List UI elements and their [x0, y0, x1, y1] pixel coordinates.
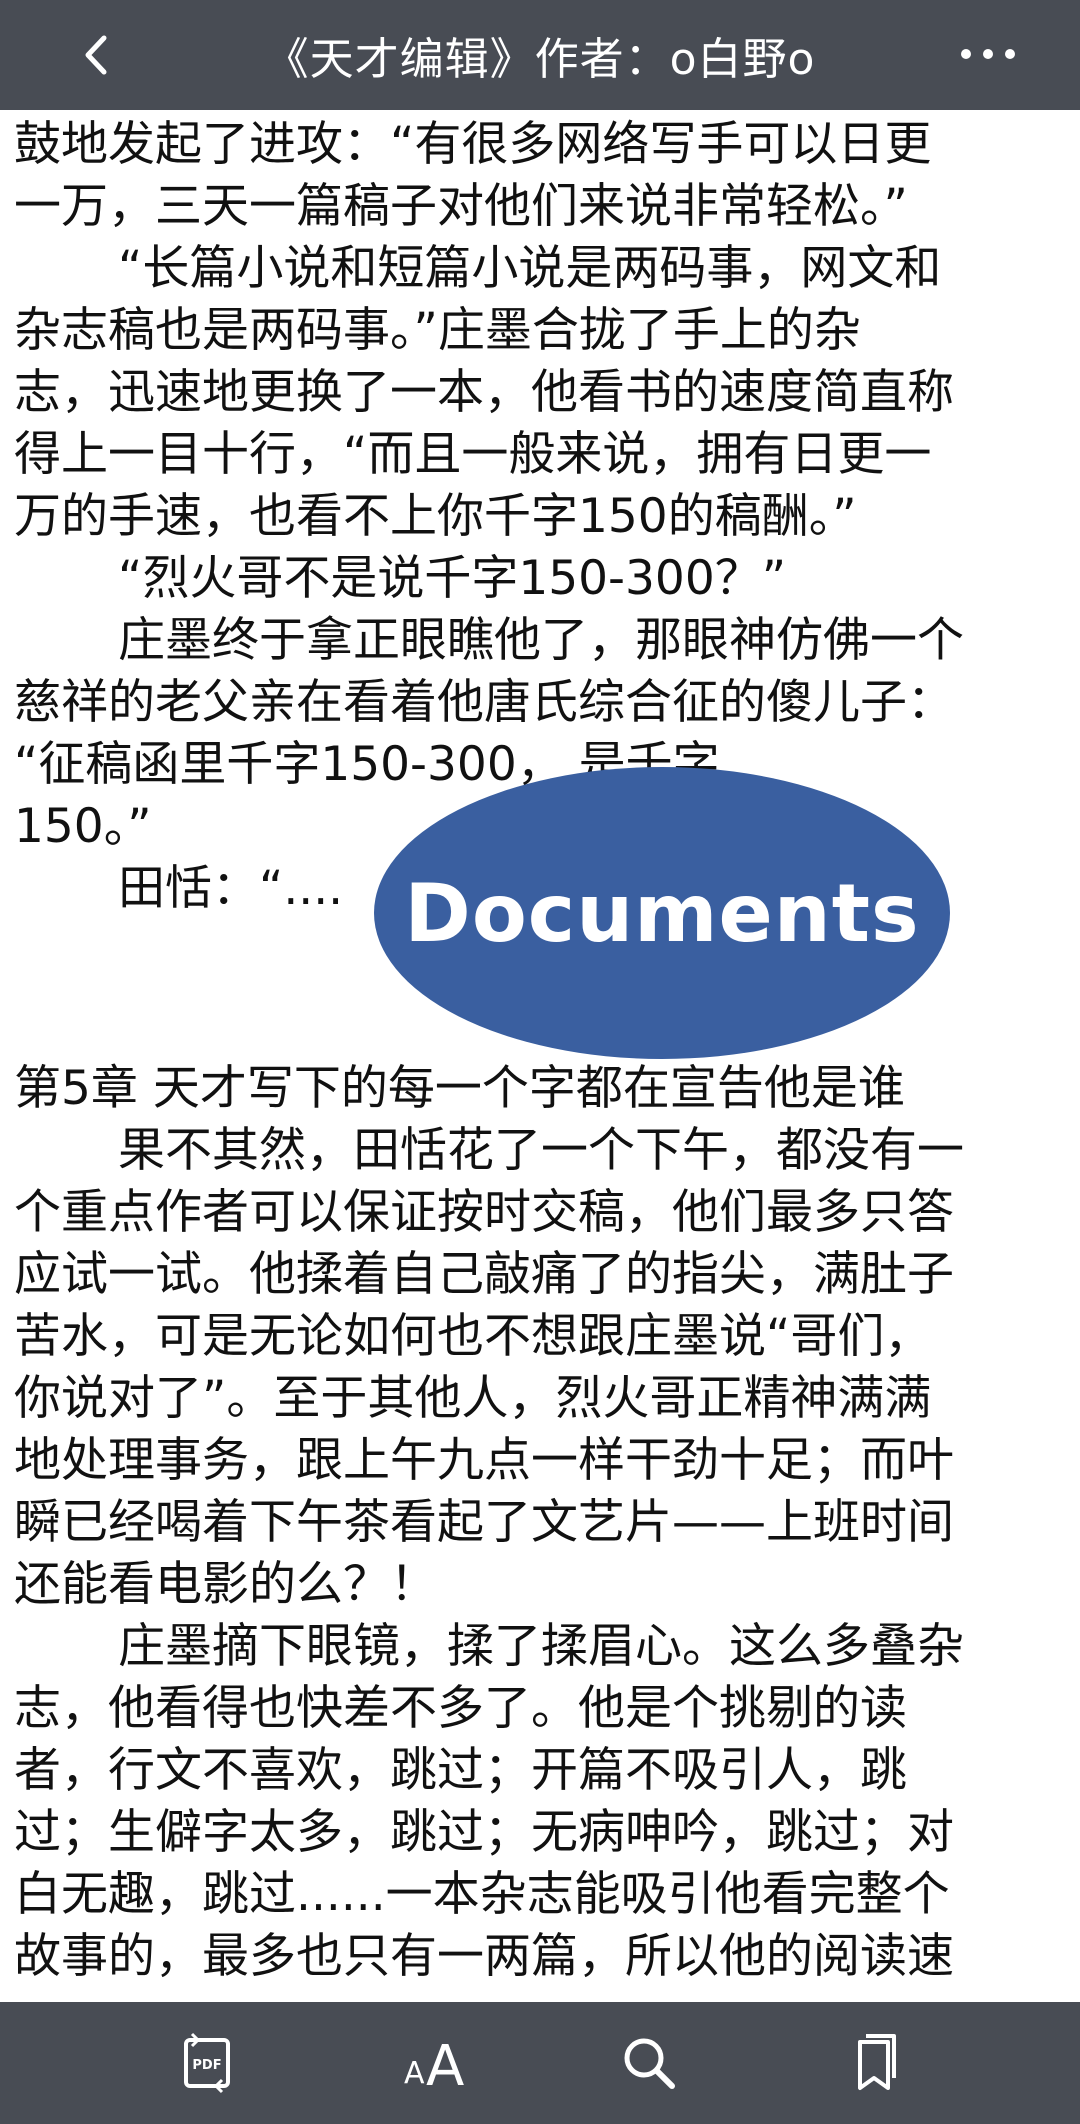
- text-line: 一万，三天一篇稿子对他们来说非常轻松。”: [14, 179, 908, 234]
- text-line: 地处理事务，跟上午九点一样干劲十足；而叶: [14, 1433, 954, 1488]
- text-line: 志，他看得也快差不多了。他是个挑剔的读: [14, 1681, 907, 1736]
- text-line: 苦水，可是无论如何也不想跟庄墨说“哥们，: [14, 1309, 932, 1364]
- text-line: 白无趣，跳过......一本杂志能吸引他看完整个: [14, 1867, 950, 1922]
- text-line: 个重点作者可以保证按时交稿，他们最多只答: [14, 1185, 954, 1240]
- pdf-convert-button[interactable]: PDF: [172, 2028, 242, 2098]
- text-line: “长篇小说和短篇小说是两码事，网文和: [118, 241, 942, 296]
- svg-text:PDF: PDF: [192, 2058, 221, 2073]
- text-line: 鼓地发起了进攻：“有很多网络写手可以日更: [14, 117, 932, 172]
- text-line: 杂志稿也是两码事。”庄墨合拢了手上的杂: [14, 303, 861, 358]
- text-line: 果不其然，田恬花了一个下午，都没有一: [118, 1123, 964, 1178]
- text-line: 慈祥的老父亲在看着他唐氏综合征的傻儿子：: [14, 675, 954, 730]
- text-line: 者，行文不喜欢，跳过；开篇不吸引人，跳: [14, 1743, 907, 1798]
- text-line: “烈火哥不是说千字150-300？”: [118, 551, 787, 606]
- book-title: 《天才编辑》作者：o白野o: [264, 34, 816, 85]
- pdf-convert-icon: PDF: [184, 2032, 230, 2094]
- documents-overlay: Documents: [374, 767, 950, 1059]
- text-line: 庄墨终于拿正眼瞧他了，那眼神仿佛一个: [118, 613, 964, 668]
- font-large-glyph: A: [426, 2034, 465, 2099]
- back-button[interactable]: [70, 28, 124, 82]
- bookmarks-button[interactable]: [838, 2028, 908, 2098]
- search-icon: [624, 2038, 675, 2089]
- search-button[interactable]: [614, 2028, 684, 2098]
- text-line: 庄墨摘下眼镜，揉了揉眉心。这么多叠杂: [118, 1619, 964, 1674]
- text-line: 得上一目十行，“而且一般来说，拥有日更一: [14, 427, 932, 482]
- font-size-button[interactable]: A A: [398, 2028, 468, 2099]
- more-dots-icon: [961, 49, 1015, 59]
- top-bar: 《天才编辑》作者：o白野o: [0, 0, 1080, 110]
- text-line: 瞬已经喝着下午茶看起了文艺片——上班时间: [14, 1495, 954, 1550]
- text-line: 你说对了”。至于其他人，烈火哥正精神满满: [14, 1371, 932, 1426]
- text-line: 应试一试。他揉着自己敲痛了的指尖，满肚子: [14, 1247, 954, 1302]
- more-button[interactable]: [958, 34, 1018, 74]
- chapter-heading: 第5章 天才写下的每一个字都在宣告他是谁: [14, 1061, 905, 1116]
- bookmarks-icon: [858, 2034, 896, 2090]
- chevron-left-icon: [85, 35, 107, 75]
- text-line: 故事的，最多也只有一两篇，所以他的阅读速: [14, 1929, 954, 1984]
- overlay-label: Documents: [404, 866, 920, 960]
- text-line: 还能看电影的么？！: [14, 1557, 437, 1612]
- reading-area[interactable]: 鼓地发起了进攻：“有很多网络写手可以日更 一万，三天一篇稿子对他们来说非常轻松。…: [0, 110, 1080, 2002]
- text-line: 万的手速，也看不上你千字150的稿酬。”: [14, 489, 857, 544]
- font-small-glyph: A: [404, 2056, 425, 2091]
- text-line: 过；生僻字太多，跳过；无病呻吟，跳过；对: [14, 1805, 954, 1860]
- text-line: 志，迅速地更换了一本，他看书的速度简直称: [14, 365, 954, 420]
- bottom-toolbar: PDF A A: [0, 2002, 1080, 2124]
